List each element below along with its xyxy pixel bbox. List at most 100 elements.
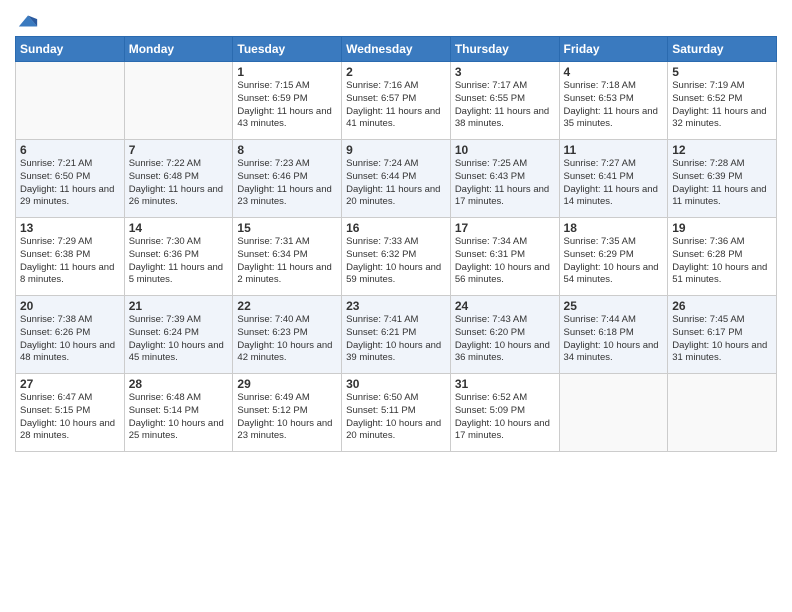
day-number: 12: [672, 143, 772, 157]
table-row: 19Sunrise: 7:36 AMSunset: 6:28 PMDayligh…: [668, 218, 777, 296]
day-number: 19: [672, 221, 772, 235]
day-info: Sunrise: 7:45 AMSunset: 6:17 PMDaylight:…: [672, 314, 772, 365]
calendar-week-row: 20Sunrise: 7:38 AMSunset: 6:26 PMDayligh…: [16, 296, 777, 374]
table-row: 14Sunrise: 7:30 AMSunset: 6:36 PMDayligh…: [124, 218, 233, 296]
col-wednesday: Wednesday: [342, 37, 451, 62]
day-info: Sunrise: 7:38 AMSunset: 6:26 PMDaylight:…: [20, 314, 120, 365]
table-row: [668, 374, 777, 452]
table-row: 6Sunrise: 7:21 AMSunset: 6:50 PMDaylight…: [16, 140, 125, 218]
day-info: Sunrise: 7:24 AMSunset: 6:44 PMDaylight:…: [346, 158, 446, 209]
day-number: 18: [564, 221, 664, 235]
day-number: 5: [672, 65, 772, 79]
table-row: 13Sunrise: 7:29 AMSunset: 6:38 PMDayligh…: [16, 218, 125, 296]
calendar-week-row: 13Sunrise: 7:29 AMSunset: 6:38 PMDayligh…: [16, 218, 777, 296]
table-row: [16, 62, 125, 140]
day-info: Sunrise: 7:30 AMSunset: 6:36 PMDaylight:…: [129, 236, 229, 287]
table-row: 10Sunrise: 7:25 AMSunset: 6:43 PMDayligh…: [450, 140, 559, 218]
day-number: 10: [455, 143, 555, 157]
day-number: 21: [129, 299, 229, 313]
day-info: Sunrise: 7:23 AMSunset: 6:46 PMDaylight:…: [237, 158, 337, 209]
table-row: 27Sunrise: 6:47 AMSunset: 5:15 PMDayligh…: [16, 374, 125, 452]
day-info: Sunrise: 7:36 AMSunset: 6:28 PMDaylight:…: [672, 236, 772, 287]
day-number: 31: [455, 377, 555, 391]
day-info: Sunrise: 7:40 AMSunset: 6:23 PMDaylight:…: [237, 314, 337, 365]
col-monday: Monday: [124, 37, 233, 62]
day-number: 30: [346, 377, 446, 391]
day-number: 3: [455, 65, 555, 79]
col-sunday: Sunday: [16, 37, 125, 62]
day-info: Sunrise: 6:49 AMSunset: 5:12 PMDaylight:…: [237, 392, 337, 443]
day-info: Sunrise: 7:27 AMSunset: 6:41 PMDaylight:…: [564, 158, 664, 209]
table-row: 25Sunrise: 7:44 AMSunset: 6:18 PMDayligh…: [559, 296, 668, 374]
table-row: 11Sunrise: 7:27 AMSunset: 6:41 PMDayligh…: [559, 140, 668, 218]
table-row: 16Sunrise: 7:33 AMSunset: 6:32 PMDayligh…: [342, 218, 451, 296]
day-number: 17: [455, 221, 555, 235]
day-number: 6: [20, 143, 120, 157]
day-number: 2: [346, 65, 446, 79]
calendar-week-row: 1Sunrise: 7:15 AMSunset: 6:59 PMDaylight…: [16, 62, 777, 140]
col-thursday: Thursday: [450, 37, 559, 62]
table-row: 26Sunrise: 7:45 AMSunset: 6:17 PMDayligh…: [668, 296, 777, 374]
table-row: 22Sunrise: 7:40 AMSunset: 6:23 PMDayligh…: [233, 296, 342, 374]
day-info: Sunrise: 7:35 AMSunset: 6:29 PMDaylight:…: [564, 236, 664, 287]
day-info: Sunrise: 7:18 AMSunset: 6:53 PMDaylight:…: [564, 80, 664, 131]
logo-icon: [17, 10, 39, 32]
day-number: 25: [564, 299, 664, 313]
col-saturday: Saturday: [668, 37, 777, 62]
day-number: 20: [20, 299, 120, 313]
day-number: 16: [346, 221, 446, 235]
day-number: 22: [237, 299, 337, 313]
day-number: 28: [129, 377, 229, 391]
day-number: 11: [564, 143, 664, 157]
page-header: [15, 10, 777, 28]
day-info: Sunrise: 7:17 AMSunset: 6:55 PMDaylight:…: [455, 80, 555, 131]
day-info: Sunrise: 7:28 AMSunset: 6:39 PMDaylight:…: [672, 158, 772, 209]
table-row: 17Sunrise: 7:34 AMSunset: 6:31 PMDayligh…: [450, 218, 559, 296]
day-info: Sunrise: 7:43 AMSunset: 6:20 PMDaylight:…: [455, 314, 555, 365]
table-row: 2Sunrise: 7:16 AMSunset: 6:57 PMDaylight…: [342, 62, 451, 140]
table-row: 15Sunrise: 7:31 AMSunset: 6:34 PMDayligh…: [233, 218, 342, 296]
day-number: 23: [346, 299, 446, 313]
table-row: 23Sunrise: 7:41 AMSunset: 6:21 PMDayligh…: [342, 296, 451, 374]
day-number: 15: [237, 221, 337, 235]
col-friday: Friday: [559, 37, 668, 62]
logo: [15, 10, 39, 28]
day-info: Sunrise: 7:19 AMSunset: 6:52 PMDaylight:…: [672, 80, 772, 131]
day-info: Sunrise: 7:34 AMSunset: 6:31 PMDaylight:…: [455, 236, 555, 287]
day-info: Sunrise: 7:44 AMSunset: 6:18 PMDaylight:…: [564, 314, 664, 365]
day-info: Sunrise: 7:22 AMSunset: 6:48 PMDaylight:…: [129, 158, 229, 209]
day-number: 27: [20, 377, 120, 391]
day-number: 14: [129, 221, 229, 235]
day-number: 4: [564, 65, 664, 79]
day-info: Sunrise: 6:47 AMSunset: 5:15 PMDaylight:…: [20, 392, 120, 443]
day-number: 9: [346, 143, 446, 157]
day-number: 8: [237, 143, 337, 157]
calendar-table: Sunday Monday Tuesday Wednesday Thursday…: [15, 36, 777, 452]
calendar-week-row: 6Sunrise: 7:21 AMSunset: 6:50 PMDaylight…: [16, 140, 777, 218]
table-row: 9Sunrise: 7:24 AMSunset: 6:44 PMDaylight…: [342, 140, 451, 218]
day-number: 1: [237, 65, 337, 79]
day-info: Sunrise: 6:48 AMSunset: 5:14 PMDaylight:…: [129, 392, 229, 443]
day-number: 13: [20, 221, 120, 235]
table-row: [124, 62, 233, 140]
day-info: Sunrise: 7:16 AMSunset: 6:57 PMDaylight:…: [346, 80, 446, 131]
table-row: 31Sunrise: 6:52 AMSunset: 5:09 PMDayligh…: [450, 374, 559, 452]
day-number: 26: [672, 299, 772, 313]
table-row: 21Sunrise: 7:39 AMSunset: 6:24 PMDayligh…: [124, 296, 233, 374]
day-info: Sunrise: 6:50 AMSunset: 5:11 PMDaylight:…: [346, 392, 446, 443]
day-info: Sunrise: 7:33 AMSunset: 6:32 PMDaylight:…: [346, 236, 446, 287]
day-number: 7: [129, 143, 229, 157]
day-info: Sunrise: 7:41 AMSunset: 6:21 PMDaylight:…: [346, 314, 446, 365]
day-info: Sunrise: 7:29 AMSunset: 6:38 PMDaylight:…: [20, 236, 120, 287]
table-row: 29Sunrise: 6:49 AMSunset: 5:12 PMDayligh…: [233, 374, 342, 452]
table-row: [559, 374, 668, 452]
day-info: Sunrise: 6:52 AMSunset: 5:09 PMDaylight:…: [455, 392, 555, 443]
table-row: 28Sunrise: 6:48 AMSunset: 5:14 PMDayligh…: [124, 374, 233, 452]
table-row: 5Sunrise: 7:19 AMSunset: 6:52 PMDaylight…: [668, 62, 777, 140]
table-row: 20Sunrise: 7:38 AMSunset: 6:26 PMDayligh…: [16, 296, 125, 374]
day-number: 29: [237, 377, 337, 391]
table-row: 12Sunrise: 7:28 AMSunset: 6:39 PMDayligh…: [668, 140, 777, 218]
table-row: 18Sunrise: 7:35 AMSunset: 6:29 PMDayligh…: [559, 218, 668, 296]
table-row: 24Sunrise: 7:43 AMSunset: 6:20 PMDayligh…: [450, 296, 559, 374]
calendar-header-row: Sunday Monday Tuesday Wednesday Thursday…: [16, 37, 777, 62]
